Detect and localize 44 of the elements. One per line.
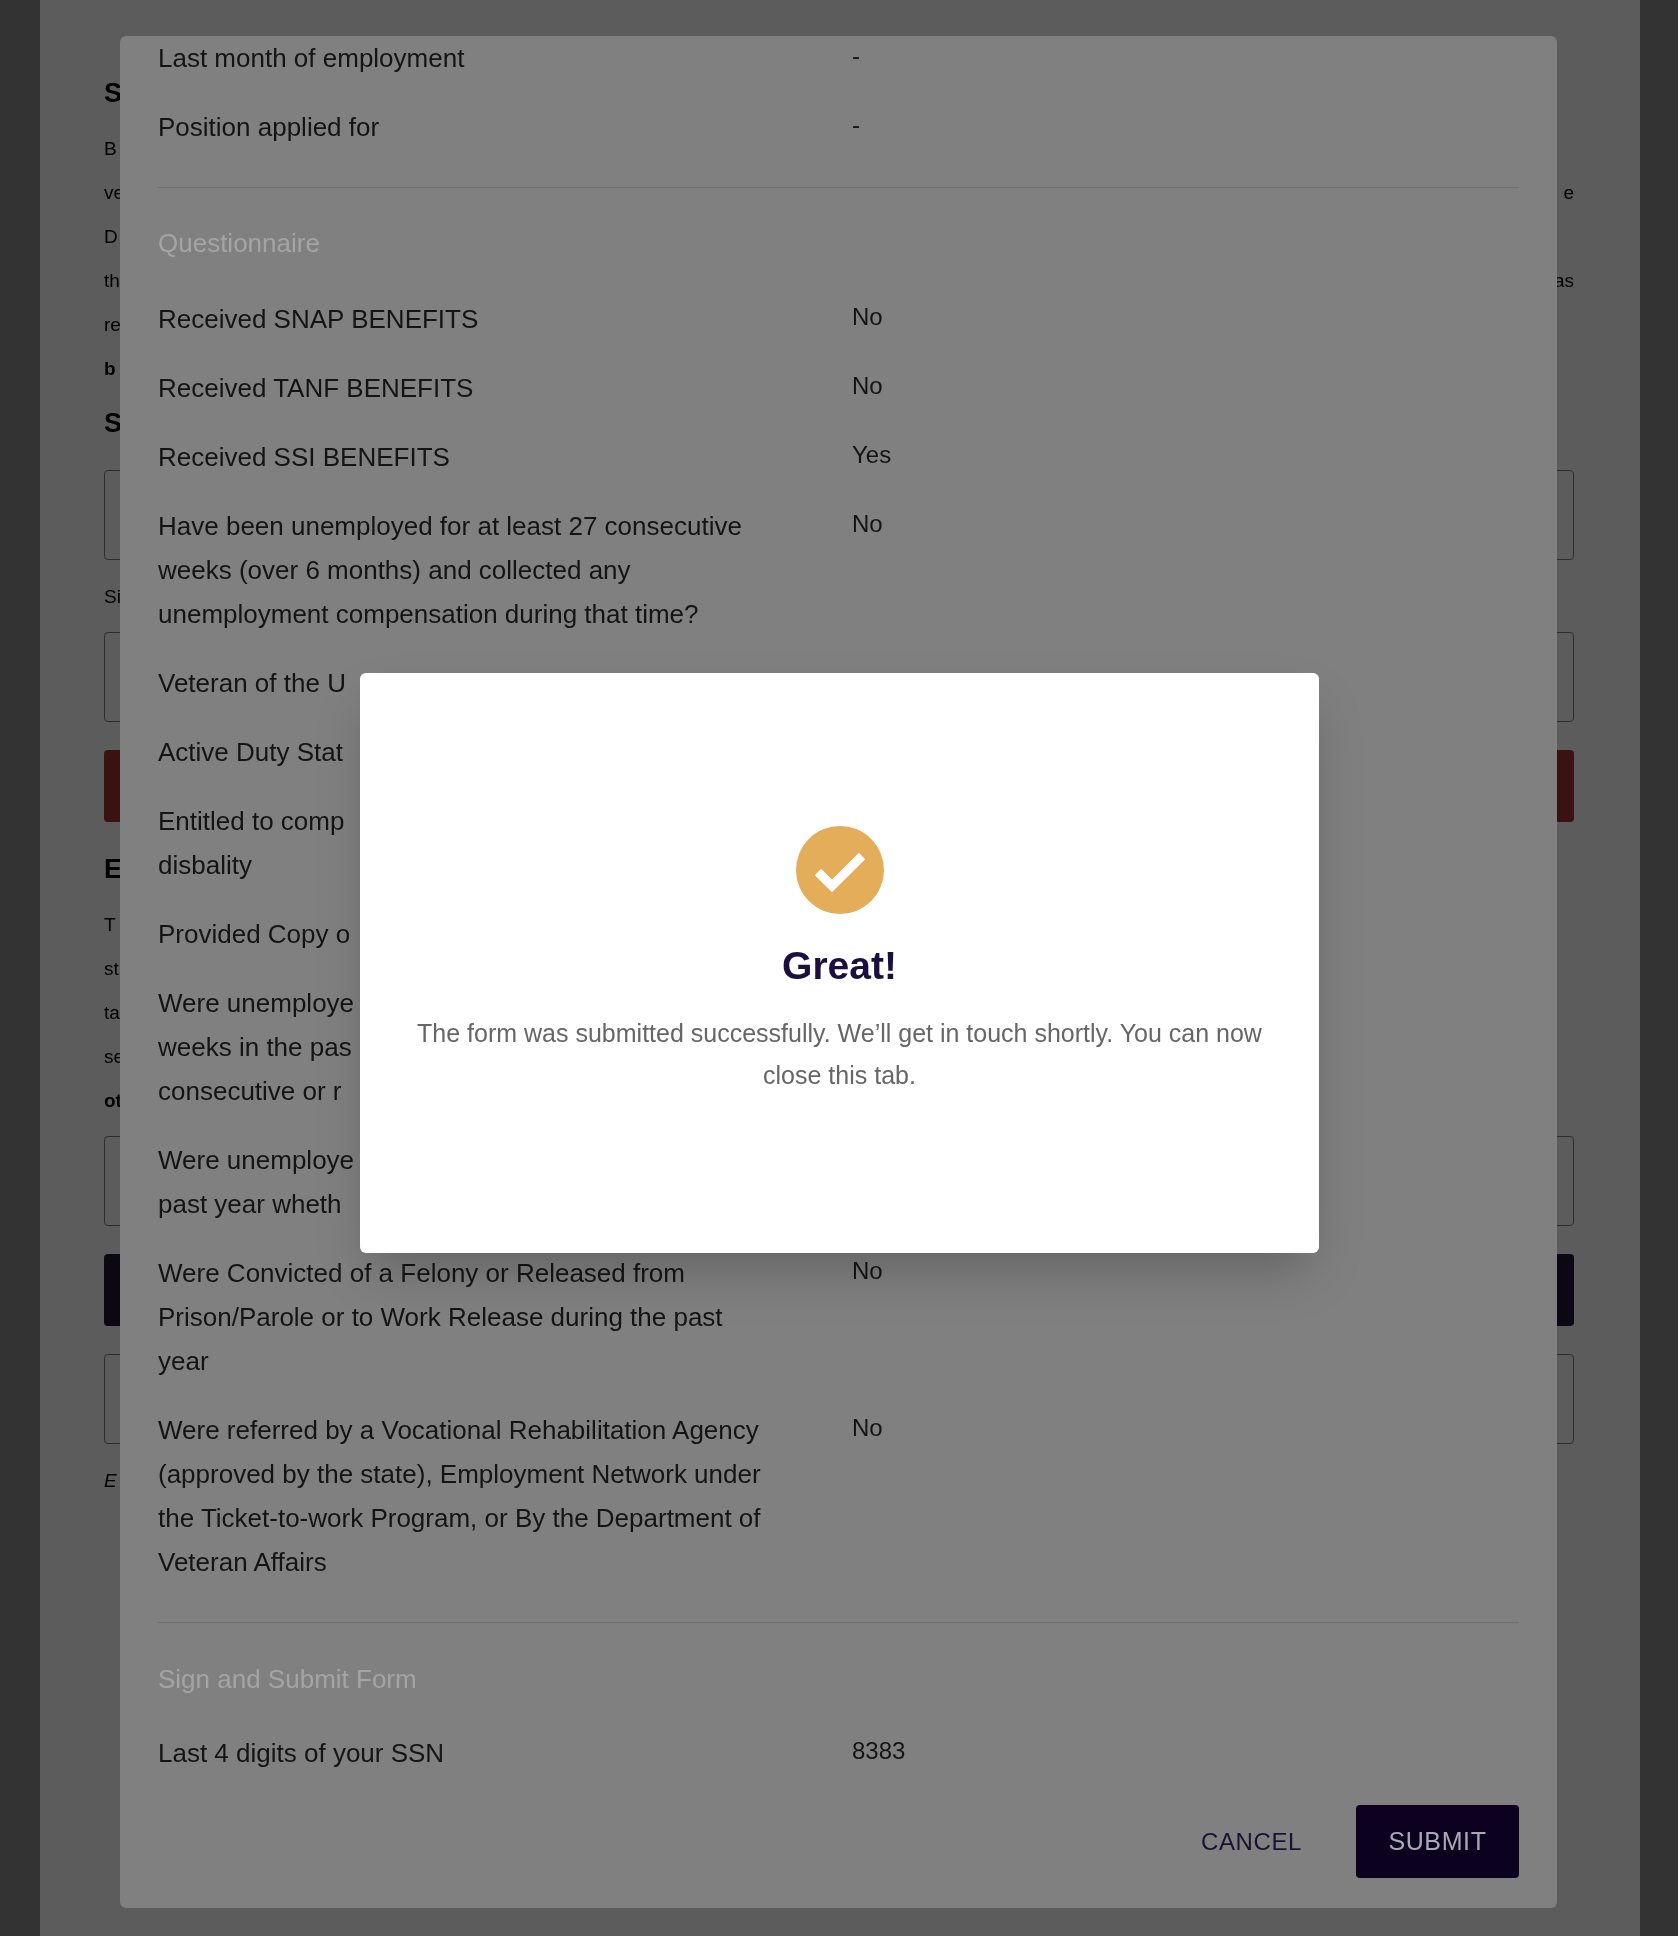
submit-button[interactable]: SUBMIT <box>1356 1805 1519 1878</box>
field-label: Position applied for <box>158 111 380 144</box>
field-label: Received SSI BENEFITS <box>158 441 450 474</box>
page-text: Si <box>104 586 121 606</box>
field-value: No <box>852 1257 883 1284</box>
field-label: Last month of employment <box>158 42 465 75</box>
page-text: re <box>104 314 121 334</box>
page-text: e <box>1563 182 1574 202</box>
page-text: th <box>104 270 120 290</box>
field-label: Received SNAP BENEFITS <box>158 303 479 336</box>
section-heading: S <box>104 409 122 437</box>
field-label: Have been unemployed for at least 27 consecutive weeks (over 6 months) and collected any unemployment compensation during that time? <box>158 510 742 631</box>
dialog-title: Great! <box>782 943 897 989</box>
field-label: Were referred by a Vocational Rehabilitation Agency (approved by the state), Employment Network under the Ticket-to-work Program, or By the Department of Veteran Affairs <box>158 1414 761 1579</box>
field-label: Entitled to comp disbality <box>158 805 345 882</box>
check-circle-icon <box>795 826 884 914</box>
section-heading: S <box>104 79 122 107</box>
page-text: st <box>104 958 119 978</box>
field-value: - <box>852 42 860 69</box>
page-text: D <box>104 226 118 246</box>
field-value: No <box>852 303 883 330</box>
field-label: Were unemploye past year wheth <box>158 1144 355 1221</box>
field-value: - <box>852 111 860 138</box>
cancel-button[interactable]: CANCEL <box>1177 1805 1326 1878</box>
field-value: No <box>852 372 883 399</box>
field-label: Last 4 digits of your SSN <box>158 1737 445 1770</box>
section-heading: E <box>104 855 122 883</box>
field-label: Were unemploye weeks in the pas consecutive or r <box>158 987 355 1108</box>
field-value: Yes <box>852 441 892 468</box>
page-text: ta <box>104 1002 120 1022</box>
page-text: ot <box>104 1090 122 1110</box>
page-text: E <box>104 1470 117 1490</box>
field-label: Were Convicted of a Felony or Released from Prison/Parole or to Work Release during the past year <box>158 1257 723 1378</box>
field-label: Provided Copy o <box>158 918 351 951</box>
page-text: T <box>104 914 116 934</box>
page-text: B <box>104 138 117 158</box>
field-value: No <box>852 1414 883 1441</box>
field-label: Active Duty Stat <box>158 736 343 769</box>
field-value: No <box>852 510 883 537</box>
field-label: Received TANF BENEFITS <box>158 372 474 405</box>
page-text: b <box>104 358 116 378</box>
field-value: 8383 <box>852 1737 906 1764</box>
field-label: Veteran of the U <box>158 667 346 700</box>
dialog-message: The form was submitted successfully. We’ll get in touch shortly. You can now close this tab. <box>416 1018 1263 1091</box>
